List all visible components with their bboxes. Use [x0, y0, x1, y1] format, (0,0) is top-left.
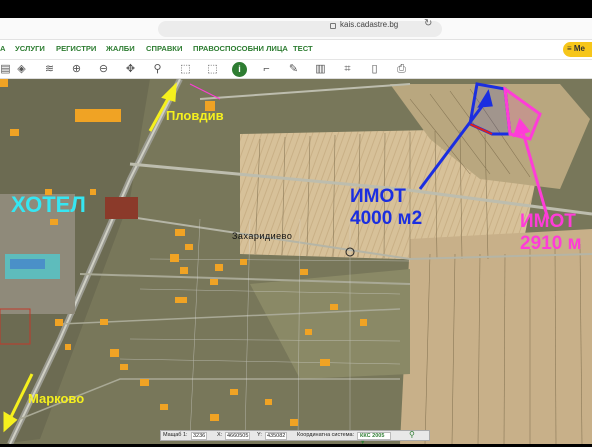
label-property-2-area: 2910 м — [520, 233, 582, 254]
draw-icon[interactable]: ✎ — [286, 62, 301, 77]
url-text[interactable]: kais.cadastre.bg — [340, 20, 398, 29]
map-status-bar: Мащаб 1: 3236 X: 4660505 Y: 435082 Коорд… — [160, 430, 430, 446]
agricultural-field-south — [400, 229, 592, 444]
nav-item-partial[interactable]: А — [0, 44, 5, 53]
satellite-imagery — [0, 79, 592, 444]
nav-item-complaints[interactable]: ЖАЛБИ — [106, 44, 135, 53]
browser-address-bar: kais.cadastre.bg ↻ — [0, 18, 592, 40]
label-markovo: Марково — [28, 391, 85, 406]
layers-icon[interactable]: ▤ — [0, 62, 13, 77]
print-icon[interactable]: ⎙ — [394, 62, 409, 77]
nav-item-services[interactable]: УСЛУГИ — [15, 44, 45, 53]
select-rect-alt-icon[interactable]: ⬚ — [205, 62, 220, 77]
scale-input[interactable]: 3236 — [191, 432, 208, 440]
building-red — [105, 197, 138, 219]
label-hotel: ХОТЕЛ — [11, 192, 86, 217]
info-icon[interactable]: i — [232, 62, 247, 77]
select-rect-icon[interactable]: ⬚ — [178, 62, 193, 77]
label-property-1-area: 4000 м2 — [350, 208, 423, 229]
label-plovdiv: Пловдив — [166, 108, 224, 123]
crs-label: Координатна система: — [297, 432, 355, 438]
zoom-out-icon[interactable]: ⊖ — [96, 62, 111, 77]
pin-icon[interactable]: ⚲ — [150, 62, 165, 77]
lock-icon — [330, 23, 336, 29]
crop-icon[interactable]: ⌗ — [340, 62, 355, 77]
nav-item-references[interactable]: СПРАВКИ — [146, 44, 182, 53]
crs-select[interactable]: ККС 2005 ▼ — [357, 432, 391, 446]
label-property-1-title: ИМОТ — [350, 186, 406, 207]
measure-angle-icon[interactable]: ⌐ — [259, 62, 274, 77]
map-toolbar: ▤ ◈ ≋ ⊕ ⊖ ✥ ⚲ ⬚ ⬚ i ⌐ ✎ ▥ ⌗ ▯ ⎙ — [0, 60, 592, 79]
layers-stack-icon[interactable]: ≋ — [42, 62, 57, 77]
y-label: Y: — [257, 432, 262, 438]
label-property-2-title: ИМОТ — [520, 211, 576, 232]
x-label: X: — [217, 432, 223, 438]
url-field[interactable] — [158, 21, 442, 37]
nav-item-registers[interactable]: РЕГИСТРИ — [56, 44, 96, 53]
map-icon[interactable]: ▥ — [313, 62, 328, 77]
scale-label: Мащаб 1: — [163, 432, 188, 438]
window-top-bar — [0, 0, 592, 18]
nav-item-test[interactable]: ТЕСТ — [293, 44, 313, 53]
search-icon[interactable]: ⚲ — [409, 430, 415, 439]
y-coordinate: 435082 — [265, 432, 288, 440]
nav-item-licensed-persons[interactable]: ПРАВОСПОСОБНИ ЛИЦА — [193, 44, 288, 53]
map-canvas[interactable]: Пловдив ХОТЕЛ ИМОТ 4000 м2 ИМОТ 2910 м З… — [0, 79, 592, 444]
zoom-in-icon[interactable]: ⊕ — [69, 62, 84, 77]
reload-icon[interactable]: ↻ — [424, 18, 432, 29]
menu-button[interactable]: ≡ Ме — [563, 42, 592, 57]
x-coordinate: 4660505 — [225, 432, 251, 440]
menu-label: ≡ Ме — [567, 44, 586, 53]
document-icon[interactable]: ▯ — [367, 62, 382, 77]
pan-icon[interactable]: ✥ — [123, 62, 138, 77]
label-village: Захаридиево — [232, 231, 293, 241]
layers-alt-icon[interactable]: ◈ — [14, 62, 29, 77]
site-navigation: А УСЛУГИ РЕГИСТРИ ЖАЛБИ СПРАВКИ ПРАВОСПО… — [0, 40, 592, 60]
